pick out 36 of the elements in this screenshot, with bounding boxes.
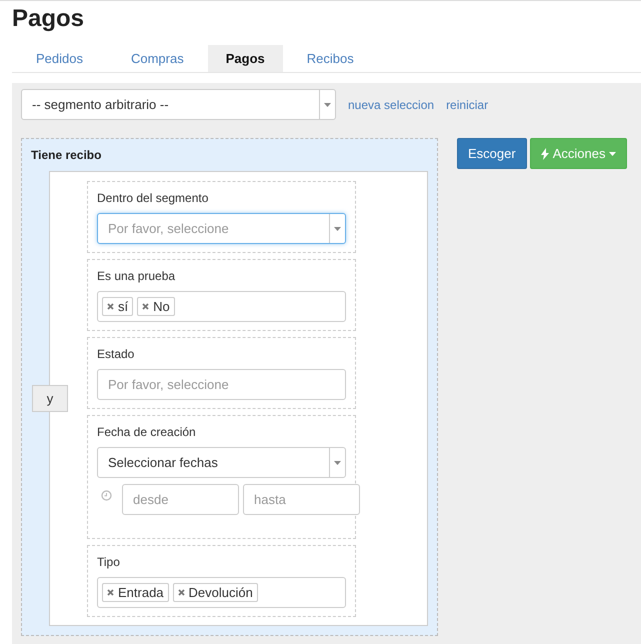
action-link[interactable]: nueva seleccion [348,98,434,112]
choose-button[interactable]: Escoger [457,138,527,169]
from-date-field[interactable]: desde [122,484,239,515]
filter-label: Es una prueba [97,269,176,283]
filter-label: Tipo [97,555,121,569]
tab[interactable]: Compras [106,45,208,72]
filter-label: Estado [97,347,136,361]
remove-icon[interactable] [107,303,114,310]
filter-label: Fecha de creación [97,425,197,439]
tag-field[interactable]: sí No [97,291,346,322]
caret-icon [334,460,341,464]
tag[interactable]: Devolución [172,583,258,602]
remove-icon[interactable] [142,303,150,310]
remove-icon[interactable] [107,589,114,596]
tag[interactable]: Entrada [102,583,169,602]
operator-button[interactable]: y [32,385,68,412]
tab[interactable]: Recibos [282,45,378,72]
caret-icon [334,226,341,230]
caret-icon [609,152,616,156]
segment-select[interactable]: -- segmento arbitrario -- [21,89,336,120]
to-date-field[interactable]: hasta [243,484,360,515]
clock-icon [101,490,112,501]
tag[interactable]: No [137,297,175,316]
caret-icon [324,102,331,106]
tab[interactable]: Pedidos [12,45,107,72]
page-title: Pagos [11,4,86,34]
remove-icon[interactable] [178,589,185,596]
action-link[interactable]: reiniciar [446,98,488,112]
tag-field[interactable]: Entrada Devolución [97,577,346,608]
group-title: Tiene recibo [31,147,102,164]
lightning-icon [540,148,549,160]
input-field[interactable]: Por favor, seleccione [97,369,346,400]
date-select[interactable]: Seleccionar fechas [97,447,346,478]
tab[interactable]: Pagos [208,45,283,72]
tag[interactable]: sí [102,297,134,316]
filter-label: Dentro del segmento [97,191,210,205]
